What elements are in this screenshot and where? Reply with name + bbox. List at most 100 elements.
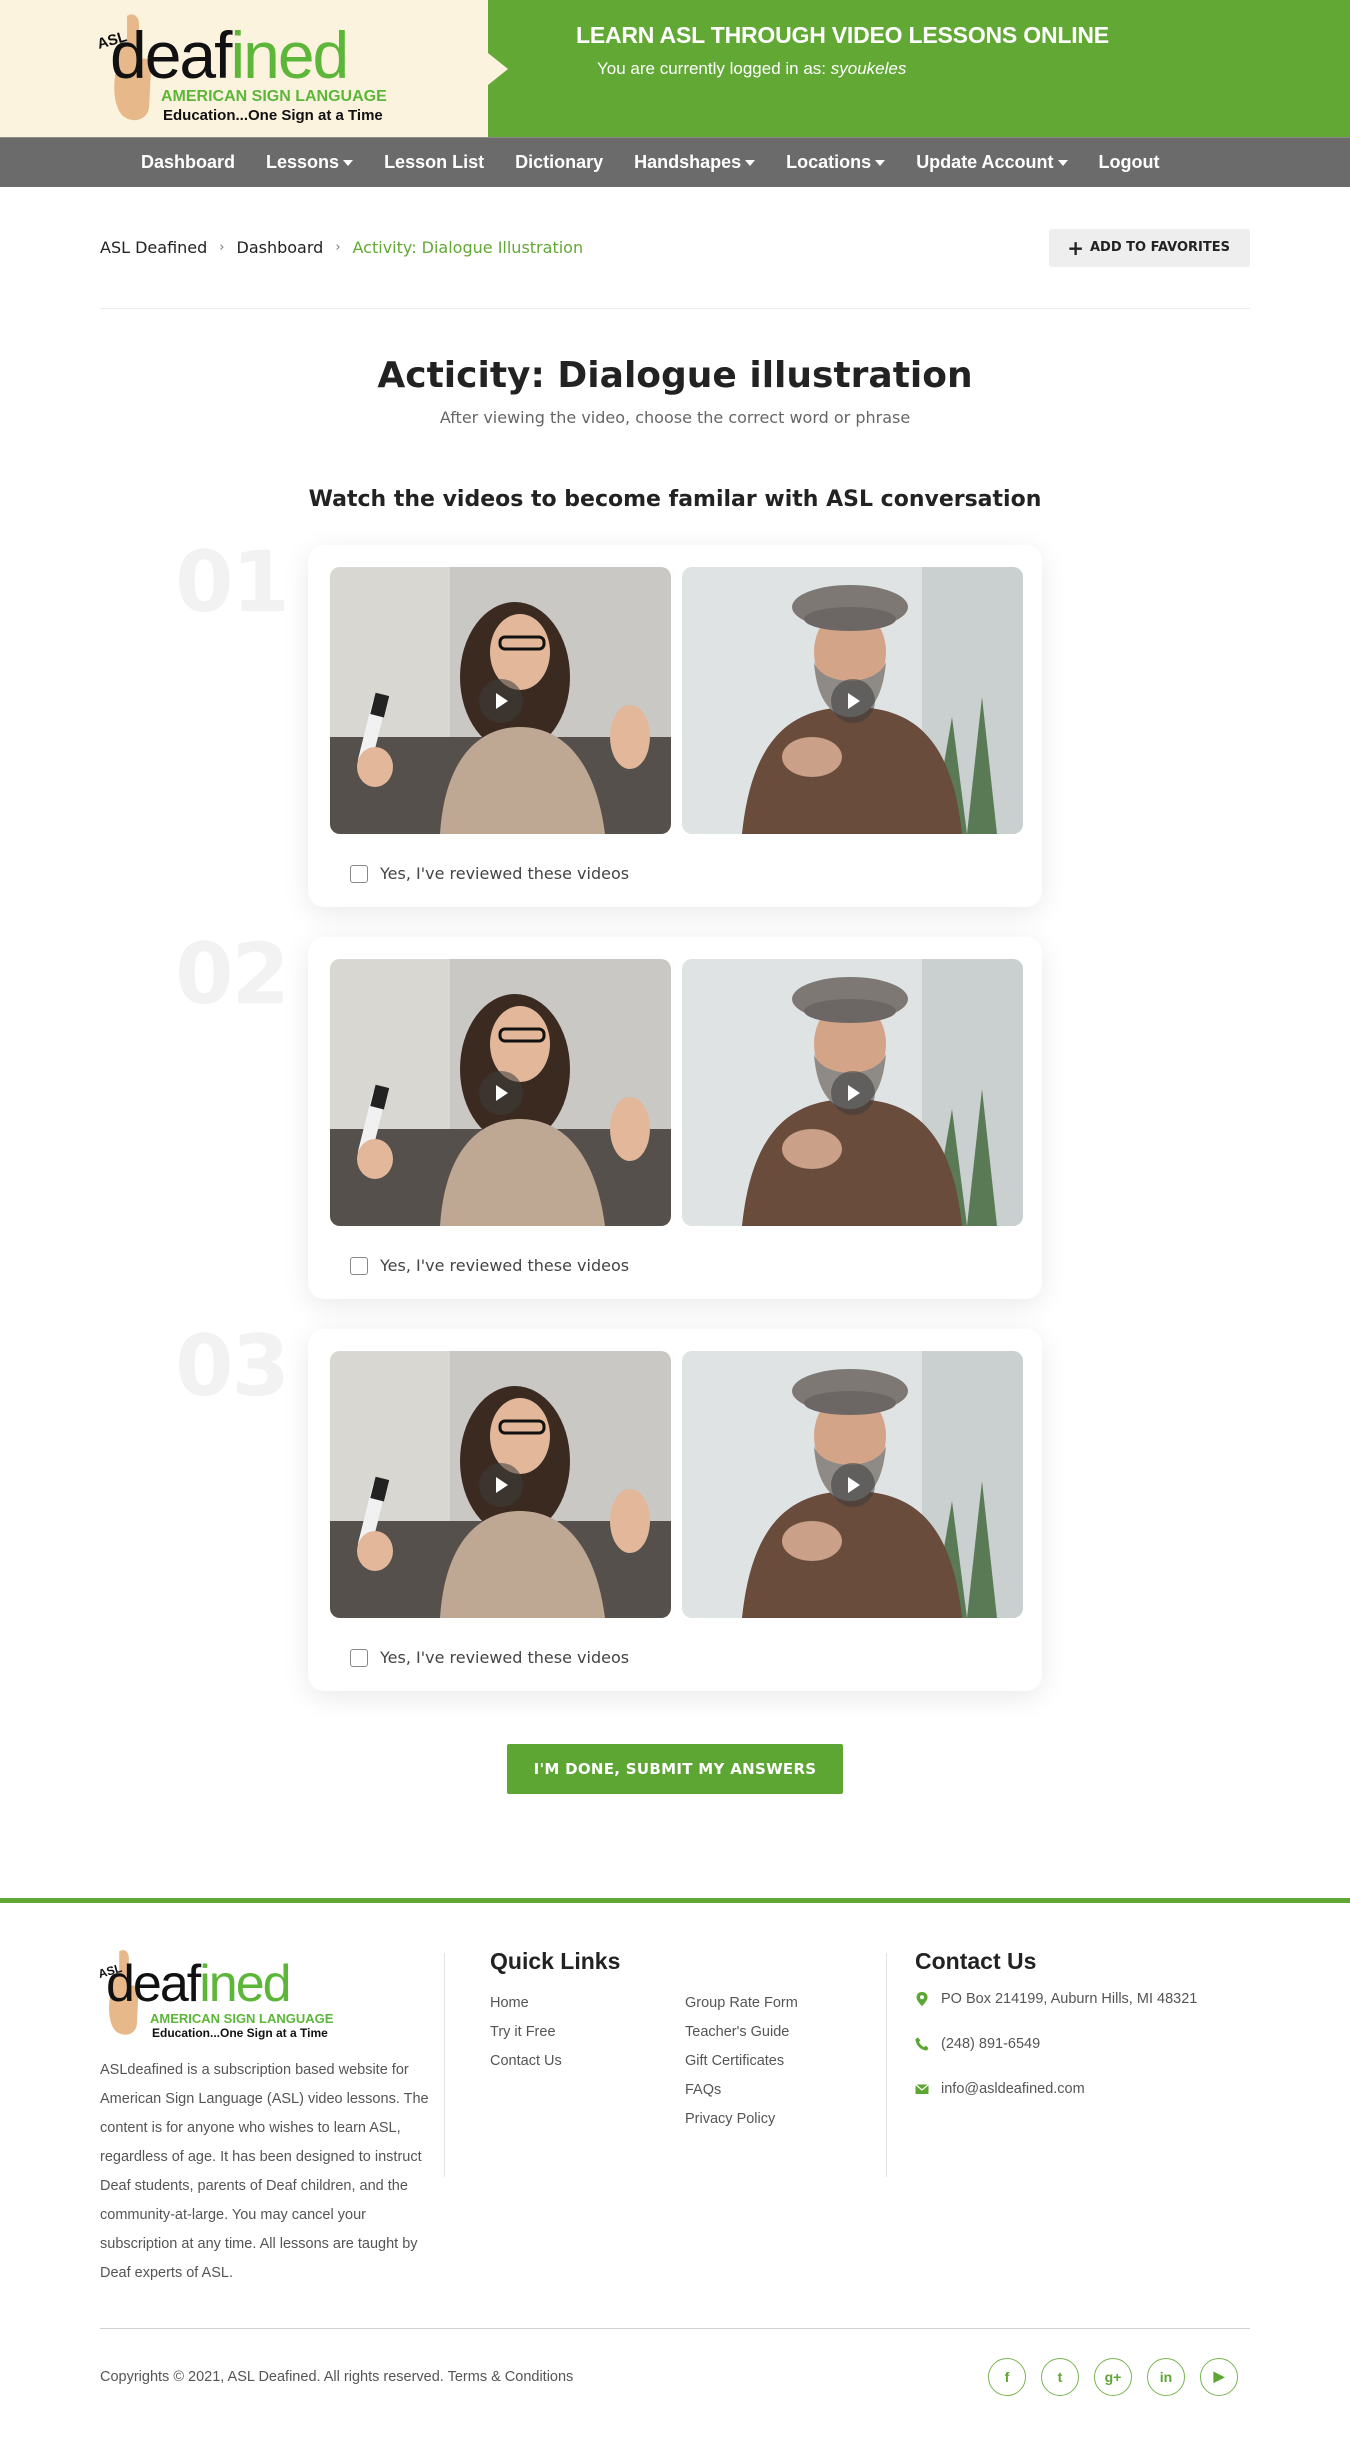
logo-tagline-2: Education...One Sign at a Time xyxy=(152,2026,328,2040)
video-card: Yes, I've reviewed these videos xyxy=(308,937,1042,1299)
footer-link-try-free[interactable]: Try it Free xyxy=(490,2018,685,2047)
map-pin-icon xyxy=(915,1992,929,2006)
site-logo[interactable]: ASL deafined AMERICAN SIGN LANGUAGE Educ… xyxy=(95,8,395,130)
video-pair xyxy=(330,959,1026,1226)
contact-phone[interactable]: (248) 891-6549 xyxy=(915,2036,1250,2052)
caret-down-icon xyxy=(1057,159,1068,166)
nav-dictionary[interactable]: Dictionary xyxy=(515,152,603,173)
card-number: 01 xyxy=(175,533,290,631)
reviewed-label[interactable]: Yes, I've reviewed these videos xyxy=(380,1648,629,1667)
play-icon[interactable] xyxy=(830,1070,875,1115)
breadcrumb: ASL Deafined › Dashboard › Activity: Dia… xyxy=(100,238,583,257)
play-icon[interactable] xyxy=(830,1462,875,1507)
logo-wordmark: deafined xyxy=(106,1955,292,2013)
breadcrumb-dashboard[interactable]: Dashboard xyxy=(237,238,324,257)
breadcrumb-home[interactable]: ASL Deafined xyxy=(100,238,207,257)
woman-video[interactable] xyxy=(330,959,671,1226)
footer-link-privacy[interactable]: Privacy Policy xyxy=(685,2105,880,2134)
footer-link-faqs[interactable]: FAQs xyxy=(685,2076,880,2105)
footer-about: ASL deafined AMERICAN SIGN LANGUAGE Educ… xyxy=(97,1948,444,2288)
logo-area: ASL deafined AMERICAN SIGN LANGUAGE Educ… xyxy=(0,0,488,137)
woman-video[interactable] xyxy=(330,1351,671,1618)
quick-links-heading: Quick Links xyxy=(490,1948,621,1974)
contact-address: PO Box 214199, Auburn Hills, MI 48321 xyxy=(915,1991,1250,2007)
page-subtitle: After viewing the video, choose the corr… xyxy=(439,408,911,427)
card-number: 02 xyxy=(175,925,290,1023)
card-number: 03 xyxy=(175,1317,290,1415)
quick-links-col-2: Group Rate Form Teacher's Guide Gift Cer… xyxy=(685,1989,880,2134)
nav-lessons[interactable]: Lessons xyxy=(266,152,354,173)
breadcrumb-current: Activity: Dialogue Illustration xyxy=(352,238,584,257)
nav-lesson-list[interactable]: Lesson List xyxy=(384,152,484,173)
footer-divider xyxy=(886,1953,887,2177)
site-footer: ASL deafined AMERICAN SIGN LANGUAGE Educ… xyxy=(0,1898,1350,2424)
page-title: Acticity: Dialogue illustration xyxy=(377,355,973,396)
man-video[interactable] xyxy=(682,959,1023,1226)
logo-tagline-1: AMERICAN SIGN LANGUAGE xyxy=(150,2011,334,2026)
nav-update-account[interactable]: Update Account xyxy=(916,152,1068,173)
nav-logout[interactable]: Logout xyxy=(1099,152,1160,173)
chevron-right-icon: › xyxy=(335,240,341,255)
nav-handshapes[interactable]: Handshapes xyxy=(634,152,756,173)
footer-divider xyxy=(444,1953,445,2177)
caret-down-icon xyxy=(343,159,354,166)
footer-link-teachers-guide[interactable]: Teacher's Guide xyxy=(685,2018,880,2047)
play-icon[interactable] xyxy=(478,678,523,723)
nav-locations[interactable]: Locations xyxy=(786,152,886,173)
reviewed-label[interactable]: Yes, I've reviewed these videos xyxy=(380,1256,629,1275)
footer-logo[interactable]: ASL deafined AMERICAN SIGN LANGUAGE Educ… xyxy=(97,1948,340,2044)
activity-card-row: 03 Yes, I've reviewed these videos xyxy=(175,1317,1042,1691)
man-video[interactable] xyxy=(682,567,1023,834)
username: syoukeles xyxy=(830,59,907,78)
caret-down-icon xyxy=(875,159,886,166)
linkedin-icon[interactable]: in xyxy=(1147,2357,1185,2396)
facebook-icon[interactable]: f xyxy=(988,2357,1026,2396)
logo-tagline-1: AMERICAN SIGN LANGUAGE xyxy=(161,88,387,105)
envelope-icon xyxy=(915,2082,929,2096)
footer-link-gift-certificates[interactable]: Gift Certificates xyxy=(685,2047,880,2076)
add-to-favorites-button[interactable]: + ADD TO FAVORITES xyxy=(1049,228,1250,267)
man-video[interactable] xyxy=(682,1351,1023,1618)
play-icon[interactable] xyxy=(478,1070,523,1115)
reviewed-checkbox[interactable] xyxy=(350,1648,368,1667)
reviewed-checkbox[interactable] xyxy=(350,1256,368,1275)
quick-links-grid: Home Try it Free Contact Us Group Rate F… xyxy=(490,1989,886,2134)
video-card: Yes, I've reviewed these videos xyxy=(308,1329,1042,1691)
nav-dashboard[interactable]: Dashboard xyxy=(141,152,235,173)
play-icon[interactable] xyxy=(830,678,875,723)
contact-heading: Contact Us xyxy=(915,1948,1037,1974)
about-text: ASLdeafined is a subscription based webs… xyxy=(100,2062,429,2281)
phone-icon xyxy=(915,2037,929,2051)
twitter-icon[interactable]: t xyxy=(1041,2357,1079,2396)
google-plus-icon[interactable]: g+ xyxy=(1094,2357,1132,2396)
breadcrumb-bar: ASL Deafined › Dashboard › Activity: Dia… xyxy=(100,187,1250,309)
contact-email[interactable]: info@asldeafined.com xyxy=(915,2081,1250,2097)
video-pair xyxy=(330,567,1026,834)
copyright-text: Copyrights © 2021, ASL Deafined. All rig… xyxy=(100,2368,574,2385)
video-card: Yes, I've reviewed these videos xyxy=(308,545,1042,907)
footer-link-contact[interactable]: Contact Us xyxy=(490,2047,685,2076)
reviewed-checkbox-row: Yes, I've reviewed these videos xyxy=(350,1256,1026,1275)
chevron-right-icon: › xyxy=(219,240,225,255)
activity-card-row: 02 Yes, I've reviewed these videos xyxy=(175,925,1042,1299)
quick-links-col-1: Home Try it Free Contact Us xyxy=(490,1989,685,2134)
video-pair xyxy=(330,1351,1026,1618)
caret-down-icon xyxy=(745,159,756,166)
plus-icon: + xyxy=(1067,235,1084,260)
section-heading: Watch the videos to become familar with … xyxy=(308,487,1042,512)
footer-quick-links: Quick Links Home Try it Free Contact Us … xyxy=(490,1948,886,2288)
reviewed-label[interactable]: Yes, I've reviewed these videos xyxy=(380,864,629,883)
reviewed-checkbox[interactable] xyxy=(350,864,368,883)
play-icon[interactable] xyxy=(478,1462,523,1507)
logo-wordmark: deafined xyxy=(110,18,349,92)
footer-link-group-rate[interactable]: Group Rate Form xyxy=(685,1989,880,2018)
activity-header: Acticity: Dialogue illustration After vi… xyxy=(0,355,1350,427)
woman-video[interactable] xyxy=(330,567,671,834)
brand-title: LEARN ASL THROUGH VIDEO LESSONS ONLINE xyxy=(576,22,1109,48)
reviewed-checkbox-row: Yes, I've reviewed these videos xyxy=(350,864,1026,883)
footer-link-home[interactable]: Home xyxy=(490,1989,685,2018)
activity-card-row: 01 Yes, I've reviewed these videos xyxy=(175,533,1042,907)
youtube-icon[interactable]: ▶ xyxy=(1200,2357,1238,2396)
brand-banner: LEARN ASL THROUGH VIDEO LESSONS ONLINE Y… xyxy=(488,0,1350,137)
submit-answers-button[interactable]: I'M DONE, SUBMIT MY ANSWERS xyxy=(506,1744,844,1794)
